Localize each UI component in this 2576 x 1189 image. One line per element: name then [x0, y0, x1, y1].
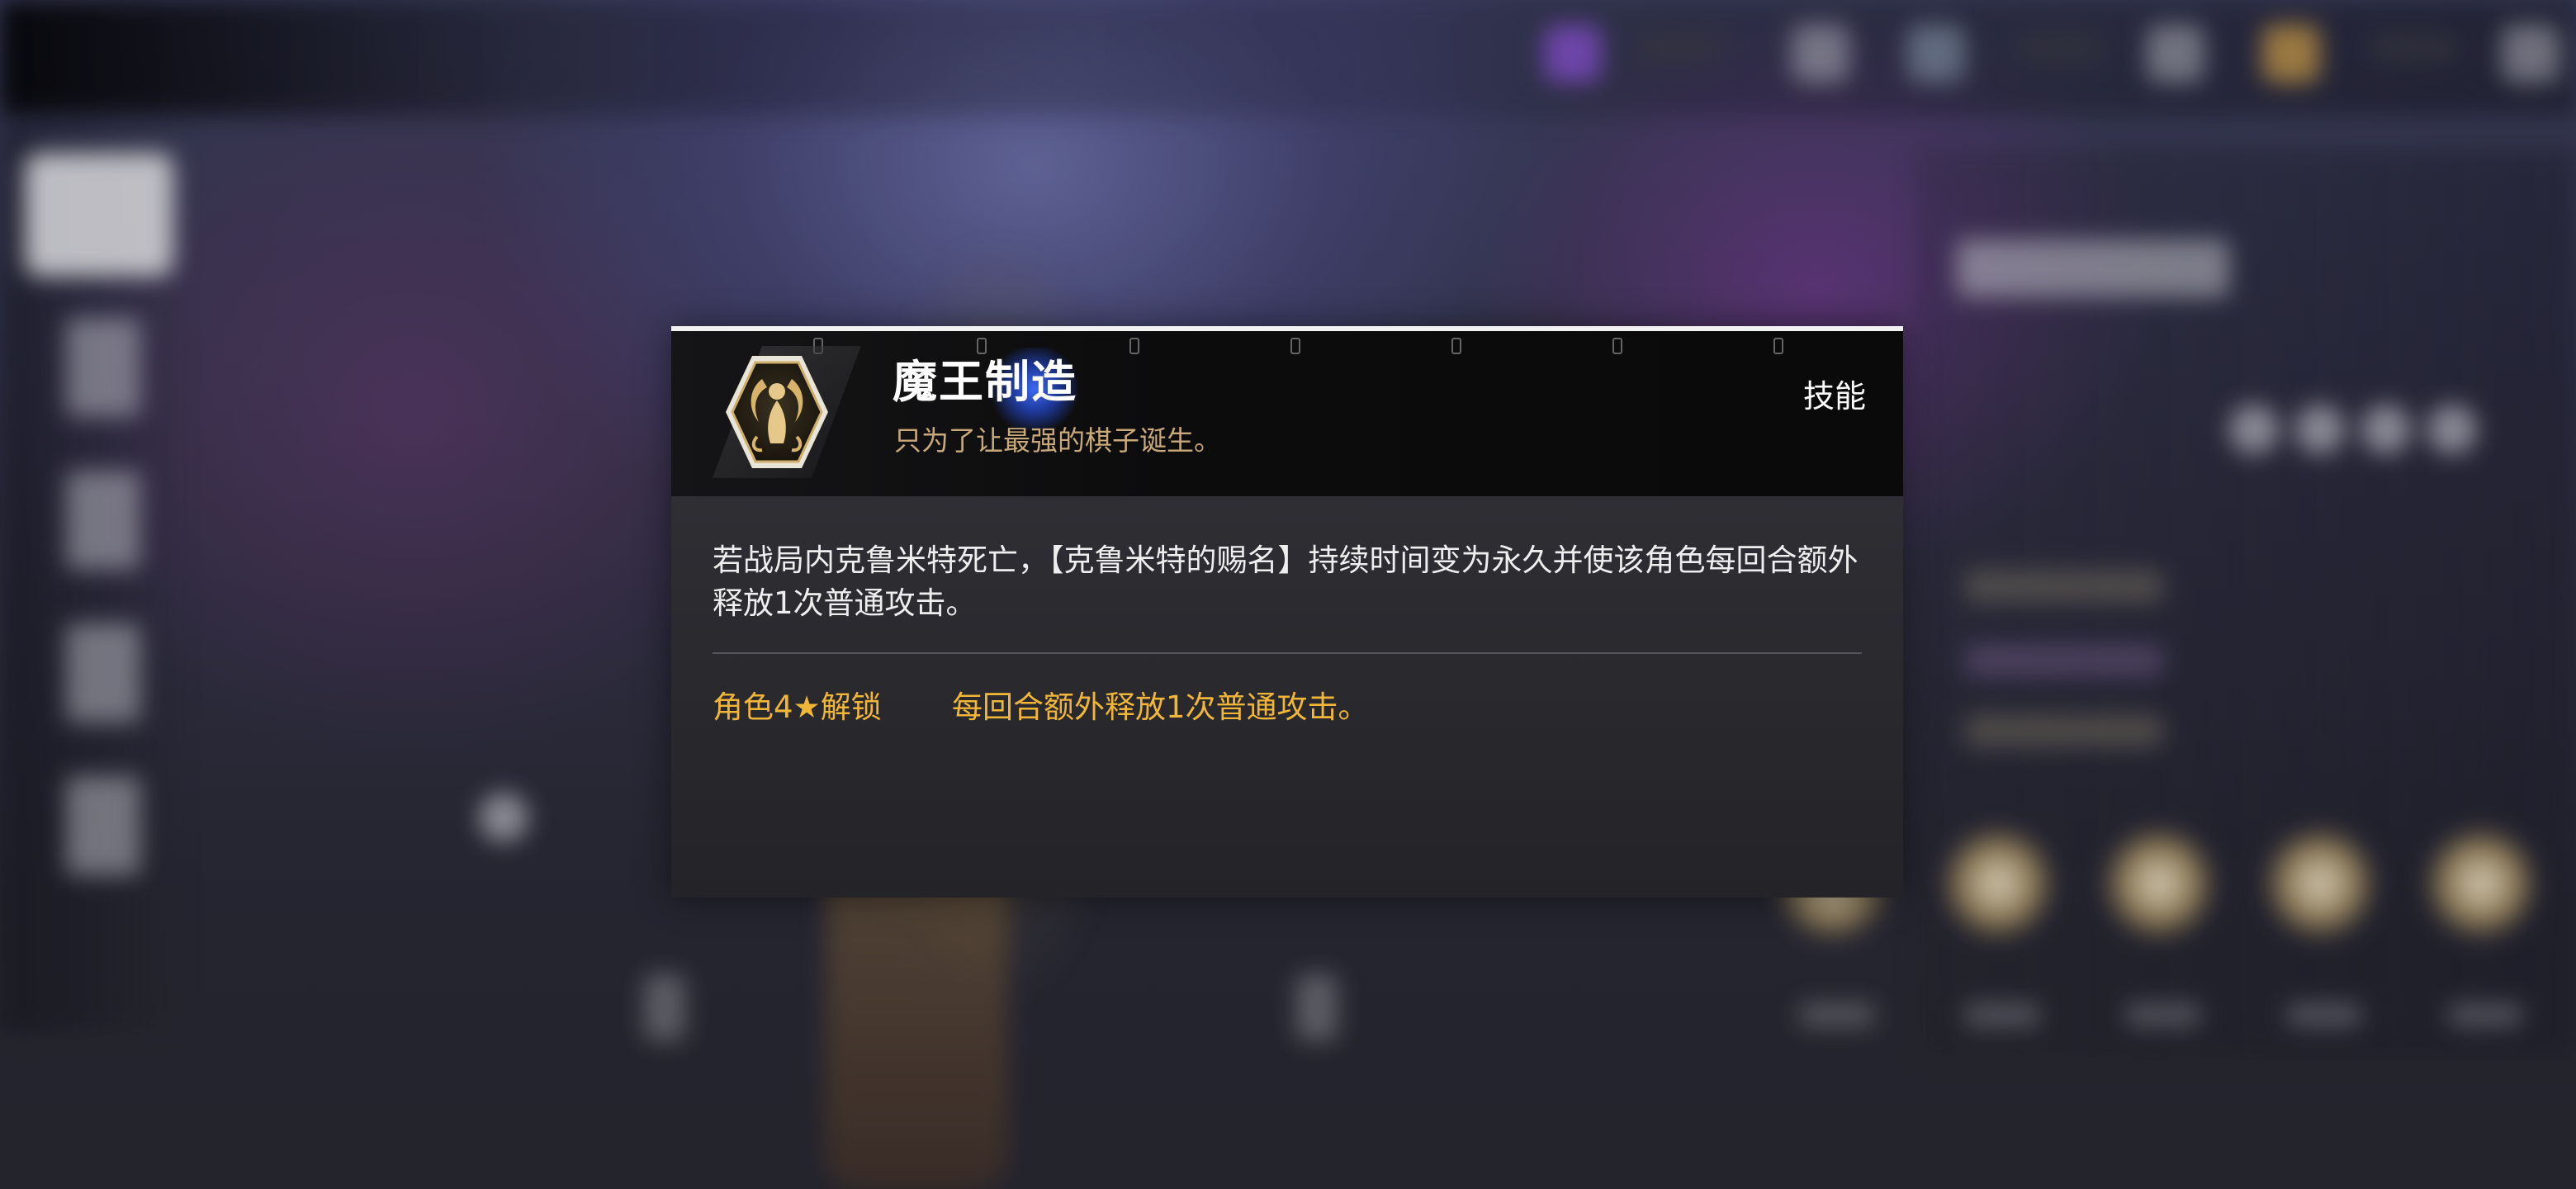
decor-glyph [1290, 338, 1300, 354]
skill-type-label: 技能 [1802, 378, 1866, 414]
decor-glyph [1612, 338, 1622, 354]
skill-name: 魔王制造 [893, 355, 1077, 408]
skill-effect-description: 若战局内克鲁米特死亡，【克鲁米特的赐名】持续时间变为永久并使该角色每回合额外释放… [713, 542, 1859, 621]
skill-flavor-text: 只为了让最强的棋子诞生。 [894, 424, 1221, 457]
skill-detail-popup: 魔王制造 只为了让最强的棋子诞生。 技能 若战局内克鲁米特死亡，【克鲁米特的赐名… [671, 326, 1903, 898]
decor-glyph [1773, 338, 1783, 354]
unlock-effect: 每回合额外释放1次普通攻击。 [952, 689, 1369, 725]
decor-glyph [1451, 338, 1461, 354]
unlock-requirement: 角色4★解锁 [713, 689, 882, 725]
demon-lord-emblem-icon [704, 346, 861, 486]
skill-header: 魔王制造 只为了让最强的棋子诞生。 技能 [671, 331, 1903, 496]
decor-glyph [1129, 338, 1139, 354]
section-divider [713, 652, 1862, 654]
